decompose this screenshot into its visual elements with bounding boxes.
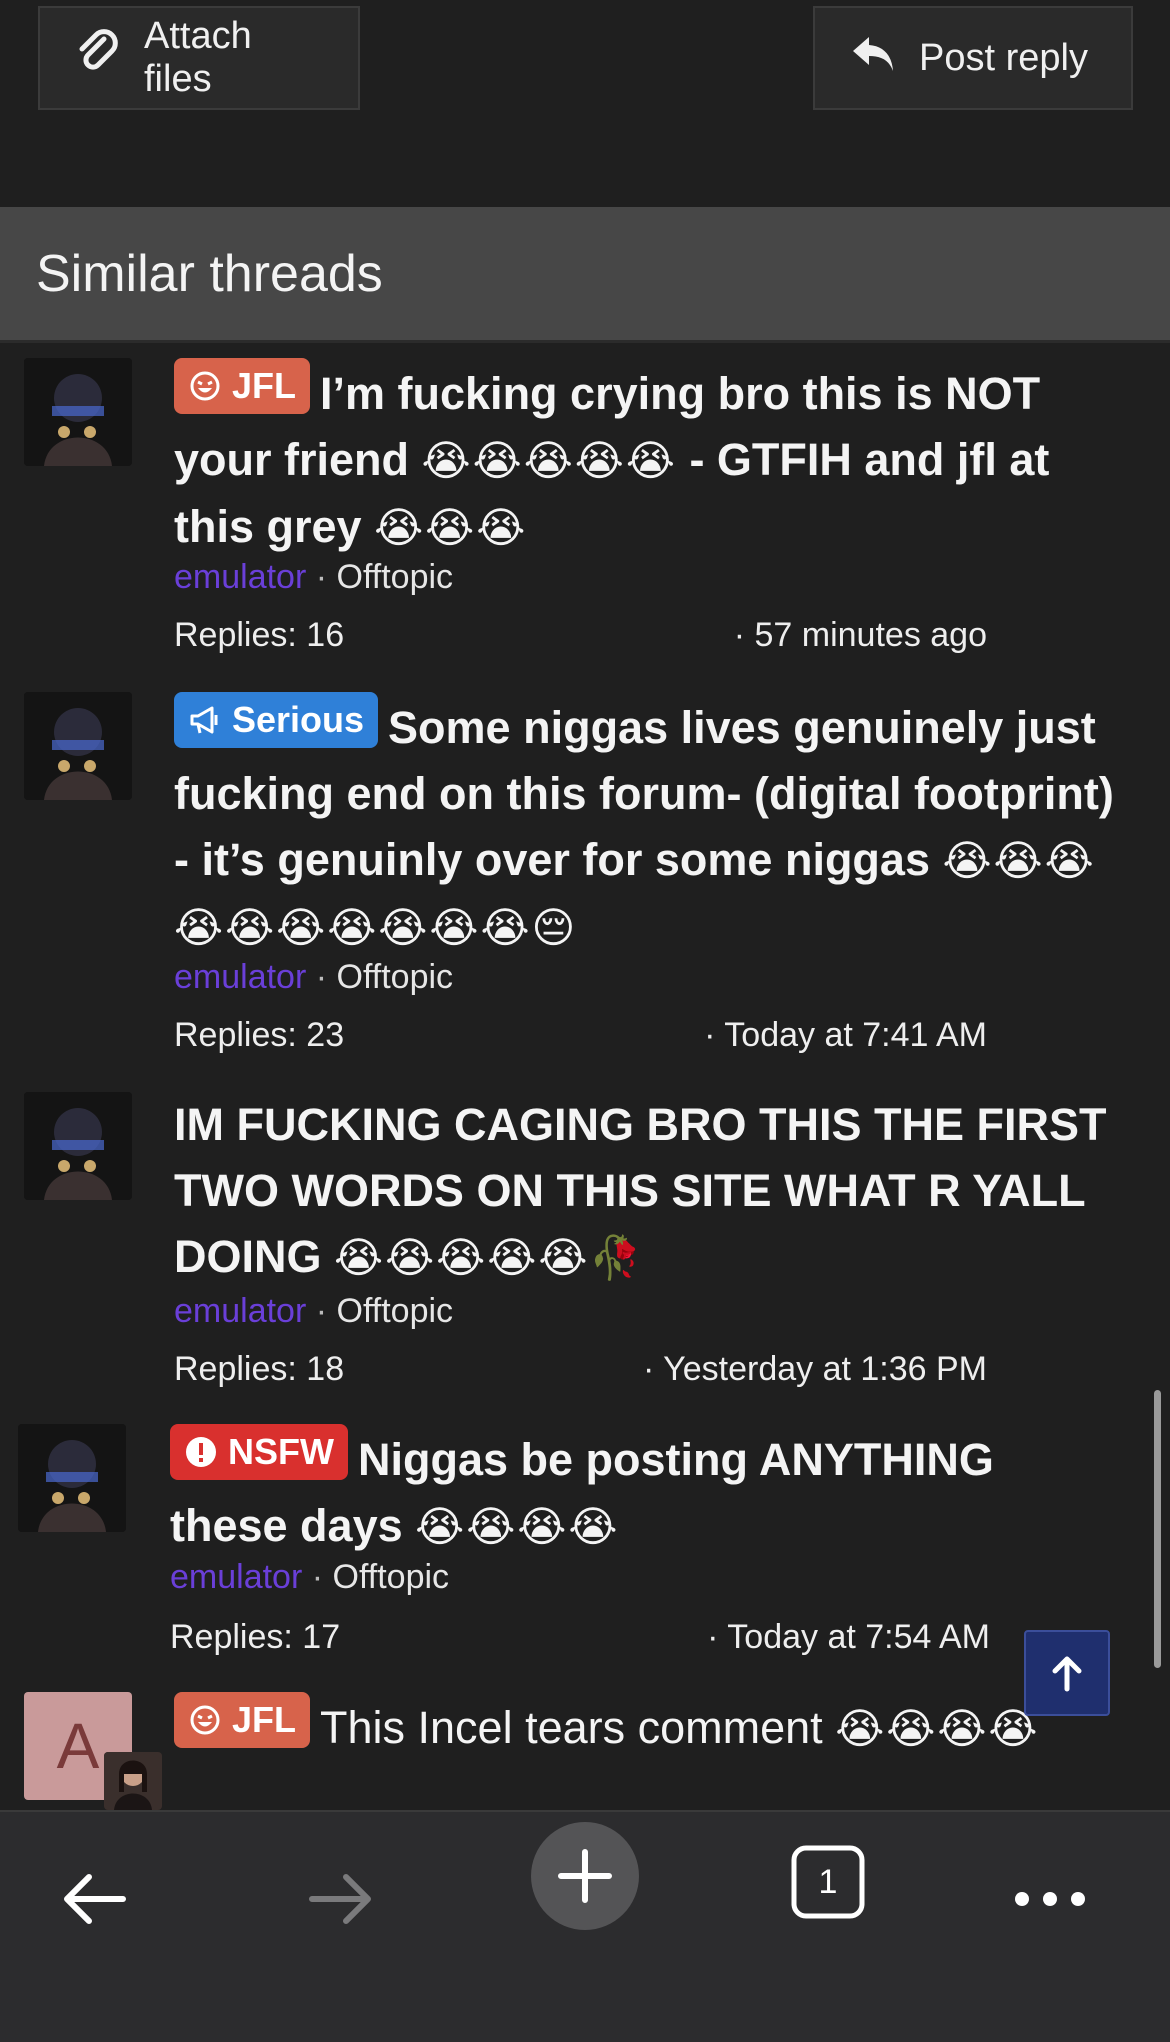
thread-time: · Today at 7:54 AM bbox=[707, 1618, 990, 1656]
laughing-face-icon bbox=[190, 1705, 220, 1735]
arrow-up-icon bbox=[1052, 1656, 1082, 1692]
thread-meta: emulator · Offtopic bbox=[174, 958, 453, 997]
avatar[interactable] bbox=[18, 1424, 126, 1532]
thread-title[interactable]: Serious Some niggas lives genuinely just… bbox=[174, 692, 1124, 961]
reply-count: Replies: 18 bbox=[174, 1350, 345, 1388]
megaphone-icon bbox=[190, 706, 218, 734]
new-tab-button[interactable] bbox=[531, 1822, 639, 1930]
forum-link[interactable]: Offtopic bbox=[337, 1292, 454, 1330]
thread-item[interactable]: Serious Some niggas lives genuinely just… bbox=[0, 692, 1130, 1072]
avatar[interactable] bbox=[24, 692, 132, 800]
thread-meta: emulator · Offtopic bbox=[174, 558, 453, 597]
prefix-jfl-badge[interactable]: JFL bbox=[174, 1692, 311, 1748]
author-link[interactable]: emulator bbox=[170, 1558, 302, 1596]
thread-time: · Today at 7:41 AM bbox=[704, 1016, 987, 1054]
arrow-left-icon bbox=[64, 1874, 126, 1924]
thread-title[interactable]: JFL I’m fucking crying bro this is NOT y… bbox=[174, 358, 1124, 561]
reply-count: Replies: 23 bbox=[174, 1016, 345, 1054]
prefix-jfl-badge[interactable]: JFL bbox=[174, 358, 311, 414]
arrow-right-icon bbox=[309, 1874, 371, 1924]
forum-link[interactable]: Offtopic bbox=[337, 958, 454, 996]
emoji-group: 😭😭😭😭 bbox=[415, 1503, 620, 1550]
forward-button[interactable] bbox=[295, 1854, 385, 1944]
prefix-nsfw-badge[interactable]: NSFW bbox=[170, 1424, 348, 1480]
emoji-group: 😭😭😭😭😭 bbox=[421, 437, 677, 484]
thread-title[interactable]: IM FUCKING CAGING BRO THIS THE FIRST TWO… bbox=[174, 1092, 1124, 1291]
browser-toolbar: 1 bbox=[0, 1810, 1170, 2042]
thread-item[interactable]: JFL I’m fucking crying bro this is NOT y… bbox=[0, 358, 1130, 668]
attach-files-label: Attach files bbox=[144, 15, 252, 100]
thread-time: · 57 minutes ago bbox=[733, 616, 987, 654]
thread-time: · Yesterday at 1:36 PM bbox=[643, 1350, 987, 1388]
author-link[interactable]: emulator bbox=[174, 958, 306, 996]
thread-item[interactable]: NSFW Niggas be posting ANYTHING these da… bbox=[0, 1424, 1130, 1674]
prefix-serious-badge[interactable]: Serious bbox=[174, 692, 379, 748]
thread-meta: emulator · Offtopic bbox=[170, 1558, 449, 1597]
prefix-label: Serious bbox=[232, 699, 365, 740]
more-icon bbox=[1015, 1892, 1085, 1906]
thread-item[interactable]: A JFL This Incel tears comment 😭😭😭😭 bbox=[0, 1692, 1130, 1810]
section-title: Similar threads bbox=[36, 244, 383, 303]
reply-count: Replies: 17 bbox=[170, 1618, 341, 1656]
participant-avatar[interactable] bbox=[104, 1752, 162, 1810]
emoji-group: 😭😭😭😭 bbox=[835, 1705, 1040, 1752]
separator-dot: · bbox=[315, 1292, 328, 1330]
plus-icon bbox=[558, 1849, 612, 1903]
thread-meta: emulator · Offtopic bbox=[174, 1292, 453, 1331]
thread-title[interactable]: JFL This Incel tears comment 😭😭😭😭 bbox=[174, 1692, 1124, 1762]
post-reply-label: Post reply bbox=[919, 36, 1088, 79]
avatar-letter: A bbox=[56, 1710, 100, 1782]
scroll-to-top-button[interactable] bbox=[1024, 1630, 1110, 1716]
tabs-button[interactable]: 1 bbox=[788, 1842, 868, 1922]
title-text: This Incel tears comment bbox=[320, 1702, 836, 1753]
author-link[interactable]: emulator bbox=[174, 1292, 306, 1330]
scrollbar[interactable] bbox=[1154, 1390, 1161, 1668]
thread-item[interactable]: IM FUCKING CAGING BRO THIS THE FIRST TWO… bbox=[0, 1092, 1130, 1402]
avatar[interactable] bbox=[24, 358, 132, 466]
back-button[interactable] bbox=[50, 1854, 140, 1944]
separator-dot: · bbox=[311, 1558, 324, 1596]
tab-count: 1 bbox=[818, 1862, 838, 1901]
separator-dot: · bbox=[315, 958, 328, 996]
emoji-group: 😭😭😭 bbox=[374, 504, 528, 551]
reply-count: Replies: 16 bbox=[174, 616, 345, 654]
attach-files-button[interactable]: Attach files bbox=[38, 6, 360, 110]
prefix-label: JFL bbox=[232, 365, 297, 406]
emoji-group: 😭😭😭😭😭🥀 bbox=[334, 1234, 644, 1281]
prefix-label: JFL bbox=[232, 1699, 297, 1740]
avatar[interactable] bbox=[24, 1092, 132, 1200]
reply-arrow-icon bbox=[849, 29, 897, 87]
exclamation-circle-icon bbox=[186, 1437, 216, 1467]
thread-title[interactable]: NSFW Niggas be posting ANYTHING these da… bbox=[170, 1424, 1120, 1560]
separator-dot: · bbox=[315, 558, 328, 596]
prefix-label: NSFW bbox=[228, 1431, 334, 1472]
forum-link[interactable]: Offtopic bbox=[333, 1558, 450, 1596]
laughing-face-icon bbox=[190, 371, 220, 401]
forum-link[interactable]: Offtopic bbox=[337, 558, 454, 596]
more-button[interactable] bbox=[1005, 1854, 1095, 1944]
similar-threads-header: Similar threads bbox=[0, 207, 1170, 343]
post-reply-button[interactable]: Post reply bbox=[813, 6, 1133, 110]
paperclip-icon bbox=[74, 29, 122, 87]
page: Attach files Post reply Similar threads … bbox=[0, 0, 1170, 2042]
author-link[interactable]: emulator bbox=[174, 558, 306, 596]
